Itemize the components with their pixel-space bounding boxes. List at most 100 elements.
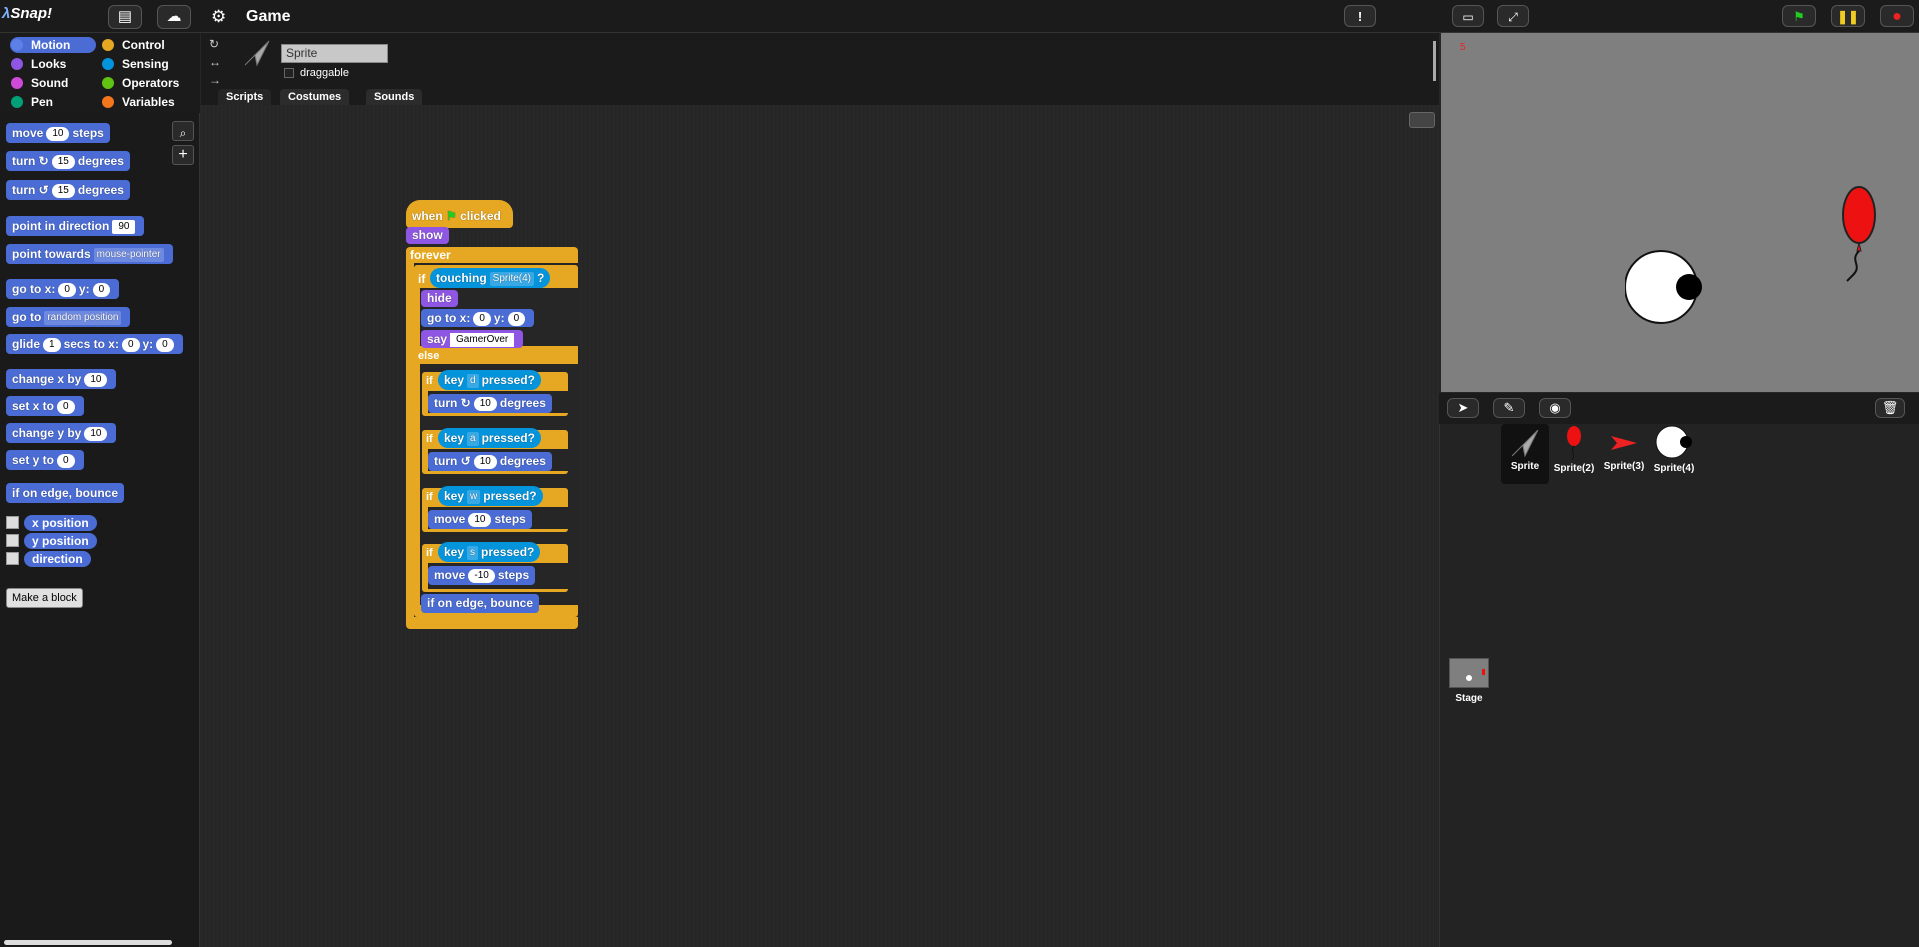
search-blocks-icon[interactable]: ⌕ [172, 121, 194, 141]
sprite-corral [1439, 424, 1919, 947]
if-label: if [418, 272, 426, 286]
sprite4-thumbnail[interactable]: Sprite(4) [1650, 424, 1698, 484]
category-sensing[interactable]: Sensing [101, 56, 187, 72]
category-sound[interactable]: Sound [10, 75, 96, 91]
stage-thumbnail[interactable]: Stage [1445, 658, 1493, 714]
say-block[interactable]: say GamerOver [421, 330, 524, 348]
file-menu-button[interactable]: ▤ [108, 5, 142, 29]
category-pen[interactable]: Pen [10, 94, 96, 110]
rotation-leftright-icon[interactable]: ↔ [209, 55, 221, 69]
green-flag-icon[interactable]: ⚑ [1782, 5, 1816, 27]
move-back-block[interactable]: move -10 steps [428, 566, 536, 585]
when-flag-clicked-hat[interactable]: when ⚑ clicked [406, 200, 513, 228]
paint-new-sprite-icon[interactable]: ✎ [1493, 398, 1525, 418]
key-w-pressed-predicate[interactable]: key w pressed? [438, 486, 543, 506]
eyeball-sprite[interactable] [1625, 247, 1705, 327]
stage-label: Stage [1455, 693, 1483, 704]
sprite-arrow-icon [244, 40, 270, 67]
direction-reporter[interactable]: direction [24, 551, 91, 567]
snap-logo[interactable]: λSnap! [2, 5, 52, 27]
add-turtle-sprite-icon[interactable]: ➤ [1447, 398, 1479, 418]
palette-go-to-block[interactable]: go to random position [6, 307, 131, 327]
eyeball-costume-icon [1655, 425, 1692, 459]
rotation-none-icon[interactable]: → [209, 73, 221, 87]
project-title: Game [246, 8, 291, 25]
direction-checkbox[interactable] [6, 552, 19, 565]
file-icon: ▤ [117, 8, 133, 25]
category-variables[interactable]: Variables [101, 94, 187, 110]
palette-turn-ccw-block[interactable]: turn ↺ 15 degrees [6, 180, 130, 200]
palette-change-y-block[interactable]: change y by 10 [6, 423, 117, 443]
key-d-pressed-predicate[interactable]: key d pressed? [438, 370, 541, 390]
rotation-free-icon[interactable]: ↻ [209, 37, 219, 51]
y-position-reporter[interactable]: y position [24, 533, 97, 549]
palette-bounce-block[interactable]: if on edge, bounce [6, 483, 125, 503]
palette-scrollbar[interactable] [4, 940, 172, 945]
normal-stage-icon[interactable]: ▭ [1452, 5, 1484, 27]
go-to-xy-block[interactable]: go to x: 0 y: 0 [421, 309, 535, 327]
category-operators[interactable]: Operators [101, 75, 187, 91]
keyboard-entry-icon[interactable] [1409, 112, 1435, 128]
palette-glide-block[interactable]: glide 1 secs to x: 0 y: 0 [6, 334, 183, 354]
palette-move-block[interactable]: move 10 steps [6, 123, 110, 143]
sprite-thumbnail[interactable]: Sprite [1501, 424, 1549, 484]
camera-sprite-icon[interactable]: ◉ [1539, 398, 1571, 418]
y-position-checkbox[interactable] [6, 534, 19, 547]
x-position-reporter[interactable]: x position [24, 515, 97, 531]
sprite-label: Sprite [1510, 461, 1540, 472]
tab-sounds[interactable]: Sounds [366, 89, 423, 105]
show-block[interactable]: show [406, 227, 449, 244]
sprite-name-field[interactable]: Sprite [281, 44, 388, 63]
turn-cw-block[interactable]: turn ↻ 10 degrees [428, 394, 552, 413]
key-s-pressed-predicate[interactable]: key s pressed? [438, 542, 541, 562]
pause-icon[interactable]: ❚❚ [1831, 5, 1865, 27]
green-flag-icon: ⚑ [446, 209, 457, 223]
category-looks[interactable]: Looks [10, 56, 96, 72]
red-arrow-costume-icon [1611, 436, 1637, 450]
move-forward-block[interactable]: move 10 steps [428, 510, 532, 529]
fullscreen-icon[interactable]: ⤢ [1497, 5, 1529, 27]
sprite3-thumbnail[interactable]: Sprite(3) [1600, 424, 1648, 484]
trash-icon[interactable]: 🗑 [1875, 398, 1905, 418]
palette-change-x-block[interactable]: change x by 10 [6, 369, 117, 389]
balloon-sprite[interactable] [1837, 185, 1881, 285]
stage-counter: 5 [1460, 42, 1466, 53]
turn-ccw-block[interactable]: turn ↺ 10 degrees [428, 452, 552, 471]
sprite2-thumbnail[interactable]: Sprite(2) [1550, 424, 1598, 484]
if-label: if [426, 547, 433, 559]
category-selector: Motion Control Looks Sensing Sound Opera… [0, 33, 200, 113]
add-block-icon[interactable]: + [172, 145, 194, 165]
touching-predicate[interactable]: touching Sprite(4)? [430, 268, 551, 288]
palette-go-to-xy-block[interactable]: go to x: 0 y: 0 [6, 279, 120, 299]
hide-block[interactable]: hide [421, 290, 458, 307]
x-position-checkbox[interactable] [6, 516, 19, 529]
palette-set-y-block[interactable]: set y to 0 [6, 450, 84, 470]
rotate-ccw-icon: ↺ [38, 183, 49, 197]
make-a-block-button[interactable]: Make a block [6, 588, 83, 608]
palette-point-direction-block[interactable]: point in direction 90 [6, 216, 145, 236]
key-a-pressed-predicate[interactable]: key a pressed? [438, 428, 541, 448]
sprite-label: Sprite(2) [1553, 463, 1595, 474]
pane-divider[interactable] [1433, 41, 1436, 81]
category-motion[interactable]: Motion [10, 37, 96, 53]
stage[interactable] [1441, 33, 1919, 392]
category-control[interactable]: Control [101, 37, 187, 53]
unused-blocks-icon[interactable]: ! [1344, 5, 1376, 27]
scripts-area[interactable] [201, 105, 1439, 947]
sprite-label: Sprite(4) [1653, 463, 1695, 474]
palette-turn-cw-block[interactable]: turn ↻ 15 degrees [6, 151, 130, 171]
if-label: if [426, 491, 433, 503]
cloud-menu-button[interactable]: ☁ [157, 5, 191, 29]
bounce-block[interactable]: if on edge, bounce [421, 594, 540, 613]
palette-set-x-block[interactable]: set x to 0 [6, 396, 84, 416]
stop-icon[interactable]: ● [1880, 5, 1914, 27]
palette-point-towards-block[interactable]: point towards mouse-pointer [6, 244, 173, 264]
draggable-checkbox[interactable] [284, 68, 294, 78]
tab-scripts[interactable]: Scripts [218, 89, 272, 105]
rotate-cw-icon: ↻ [460, 396, 471, 410]
sprite-corral-toolbar: ➤ ✎ ◉ 🗑 [1439, 393, 1919, 424]
tab-costumes[interactable]: Costumes [280, 89, 350, 105]
forever-label: forever [410, 248, 451, 262]
draggable-label: draggable [300, 67, 349, 79]
settings-gear-icon[interactable]: ⚙ [211, 7, 226, 27]
